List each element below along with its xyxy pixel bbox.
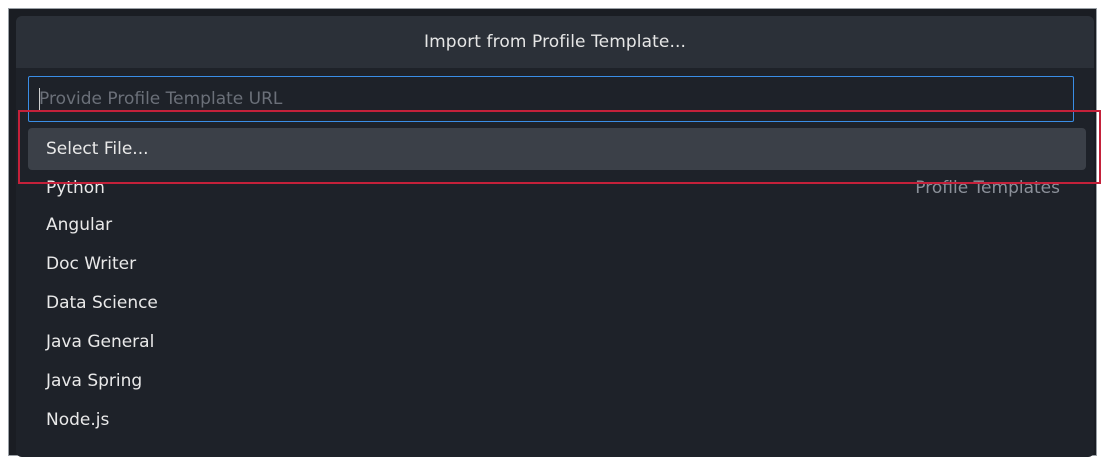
- list-item-label: Python: [46, 177, 105, 198]
- list-item-label: Select File...: [46, 139, 149, 159]
- dialog-title: Import from Profile Template...: [16, 16, 1094, 68]
- list-item-python[interactable]: Python Profile Templates: [16, 170, 1094, 205]
- template-list: Select File... Python Profile Templates …: [16, 128, 1094, 439]
- list-item-label: Angular: [46, 214, 113, 235]
- list-item-label: Doc Writer: [46, 253, 137, 274]
- list-item-angular[interactable]: Angular: [16, 205, 1094, 244]
- quick-pick-dialog: Import from Profile Template... Select F…: [16, 16, 1094, 457]
- list-item-java-general[interactable]: Java General: [16, 322, 1094, 361]
- list-item-data-science[interactable]: Data Science: [16, 283, 1094, 322]
- list-item-label: Data Science: [46, 292, 158, 313]
- template-url-input-container[interactable]: [28, 76, 1074, 122]
- list-item-label: Java General: [46, 331, 155, 352]
- list-item-nodejs[interactable]: Node.js: [16, 400, 1094, 439]
- list-item-select-file[interactable]: Select File...: [28, 128, 1086, 170]
- list-item-label: Java Spring: [46, 370, 143, 391]
- list-item-doc-writer[interactable]: Doc Writer: [16, 244, 1094, 283]
- text-cursor: [39, 88, 40, 110]
- template-url-input[interactable]: [29, 77, 1073, 121]
- group-label-profile-templates: Profile Templates: [915, 177, 1060, 198]
- list-item-label: Node.js: [46, 409, 110, 430]
- list-item-java-spring[interactable]: Java Spring: [16, 361, 1094, 400]
